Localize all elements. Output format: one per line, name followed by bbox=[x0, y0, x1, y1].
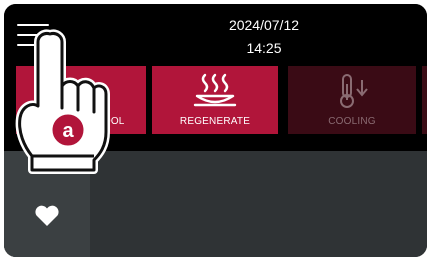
mode-tile-regenerate[interactable]: REGENERATE bbox=[152, 66, 278, 134]
mode-label-cooling: COOLING bbox=[328, 116, 376, 127]
thermometer-down-icon bbox=[332, 72, 372, 115]
time-text: 14:25 bbox=[246, 40, 282, 56]
date-time: 2024/07/12 14:25 bbox=[204, 14, 324, 60]
steam-dish-icon bbox=[193, 72, 237, 113]
heart-icon[interactable] bbox=[34, 205, 60, 232]
mode-tile-next[interactable] bbox=[422, 66, 427, 134]
badge-letter: a bbox=[62, 120, 74, 142]
mode-tile-cooling[interactable]: COOLING bbox=[288, 66, 416, 134]
pointing-hand-icon: a bbox=[12, 28, 116, 178]
date-text: 2024/07/12 bbox=[228, 17, 300, 33]
mode-label-regenerate: REGENERATE bbox=[179, 116, 251, 127]
